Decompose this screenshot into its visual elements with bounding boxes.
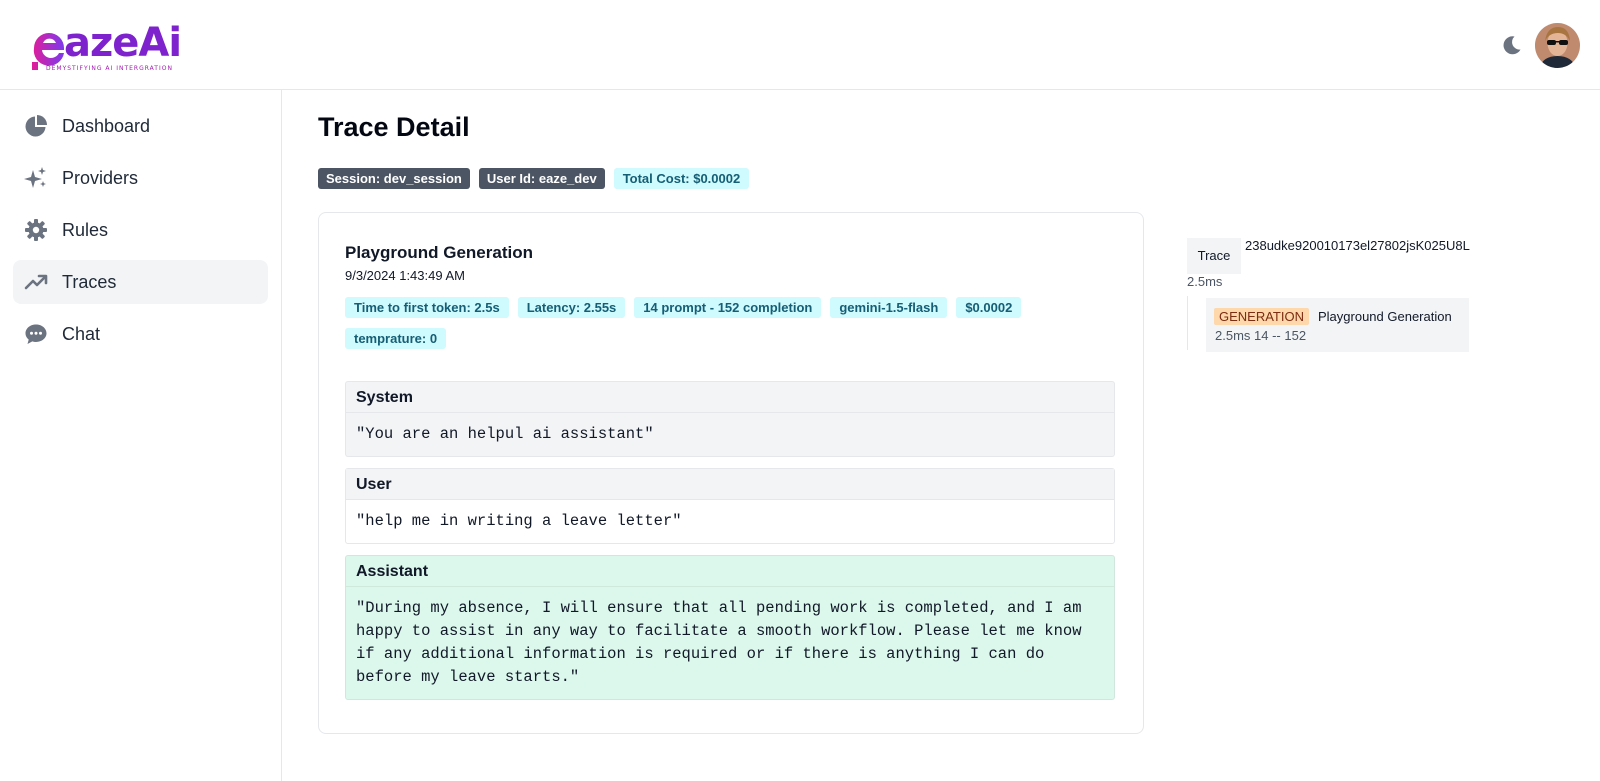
cost-badge: $0.0002 bbox=[956, 297, 1022, 318]
sidebar-item-chat[interactable]: Chat bbox=[13, 312, 268, 356]
brand-logo[interactable]: azeAi DEMYSTIFYING AI INTERGRATION bbox=[30, 14, 190, 76]
sidebar-item-rules[interactable]: Rules bbox=[13, 208, 268, 252]
chat-bubble-icon bbox=[24, 322, 48, 346]
message-content: "help me in writing a leave letter" bbox=[356, 512, 682, 530]
pie-chart-icon bbox=[24, 114, 48, 138]
generation-timestamp: 9/3/2024 1:43:49 AM bbox=[345, 268, 465, 283]
user-id-badge: User Id: eaze_dev bbox=[478, 168, 605, 189]
brand-name: azeAi bbox=[64, 20, 182, 66]
node-type-badge: GENERATION bbox=[1214, 308, 1309, 325]
generation-meta-badges: Time to first token: 2.5s Latency: 2.55s… bbox=[345, 297, 1115, 349]
sidebar-item-label: Providers bbox=[62, 167, 139, 188]
trending-up-icon bbox=[24, 270, 48, 294]
trace-id: 238udke920010173el27802jsK025U8L bbox=[1245, 238, 1470, 253]
sidebar-item-dashboard[interactable]: Dashboard bbox=[13, 104, 268, 148]
moon-icon[interactable] bbox=[1500, 33, 1524, 57]
message-content: "During my absence, I will ensure that a… bbox=[356, 599, 1082, 686]
sidebar-item-label: Chat bbox=[62, 323, 101, 344]
node-stats: 2.5ms 14 -- 152 bbox=[1215, 328, 1307, 343]
message-role: Assistant bbox=[346, 556, 1114, 587]
trace-summary-badges: Session: dev_session User Id: eaze_dev T… bbox=[318, 168, 750, 189]
system-message: System "You are an helpul ai assistant" bbox=[345, 381, 1115, 457]
brand-tagline: DEMYSTIFYING AI INTERGRATION bbox=[46, 65, 173, 72]
message-role: System bbox=[346, 382, 1114, 413]
user-avatar[interactable] bbox=[1535, 23, 1580, 68]
message-content: "You are an helpul ai assistant" bbox=[356, 425, 654, 443]
token-usage-badge: 14 prompt - 152 completion bbox=[634, 297, 822, 318]
user-message: User "help me in writing a leave letter" bbox=[345, 468, 1115, 544]
trace-duration: 2.5ms bbox=[1187, 274, 1223, 289]
tree-connector bbox=[1187, 296, 1188, 350]
generation-card: Playground Generation 9/3/2024 1:43:49 A… bbox=[318, 212, 1144, 734]
ttft-badge: Time to first token: 2.5s bbox=[345, 297, 509, 318]
sidebar-item-label: Rules bbox=[62, 219, 109, 240]
generation-title: Playground Generation bbox=[345, 243, 533, 262]
node-name: Playground Generation bbox=[1318, 309, 1452, 324]
gear-icon bbox=[24, 218, 48, 242]
sparkles-icon bbox=[24, 166, 48, 190]
latency-badge: Latency: 2.55s bbox=[517, 297, 626, 318]
message-role: User bbox=[346, 469, 1114, 500]
sidebar-item-label: Dashboard bbox=[62, 115, 151, 136]
sidebar-item-traces[interactable]: Traces bbox=[13, 260, 268, 304]
sidebar-item-label: Traces bbox=[62, 271, 117, 292]
assistant-message: Assistant "During my absence, I will ens… bbox=[345, 555, 1115, 700]
sidebar-item-providers[interactable]: Providers bbox=[13, 156, 268, 200]
generation-node[interactable]: GENERATION Playground Generation 2.5ms 1… bbox=[1206, 298, 1469, 352]
session-badge: Session: dev_session bbox=[318, 168, 470, 189]
sidebar: Dashboard Providers Rules Traces Chat bbox=[0, 90, 282, 781]
trace-label[interactable]: Trace bbox=[1187, 238, 1241, 274]
page-title: Trace Detail bbox=[318, 112, 470, 142]
total-cost-badge: Total Cost: $0.0002 bbox=[613, 168, 750, 189]
app-header: azeAi DEMYSTIFYING AI INTERGRATION bbox=[0, 0, 1600, 90]
model-badge: gemini-1.5-flash bbox=[830, 297, 948, 318]
temperature-badge: temprature: 0 bbox=[345, 328, 447, 349]
